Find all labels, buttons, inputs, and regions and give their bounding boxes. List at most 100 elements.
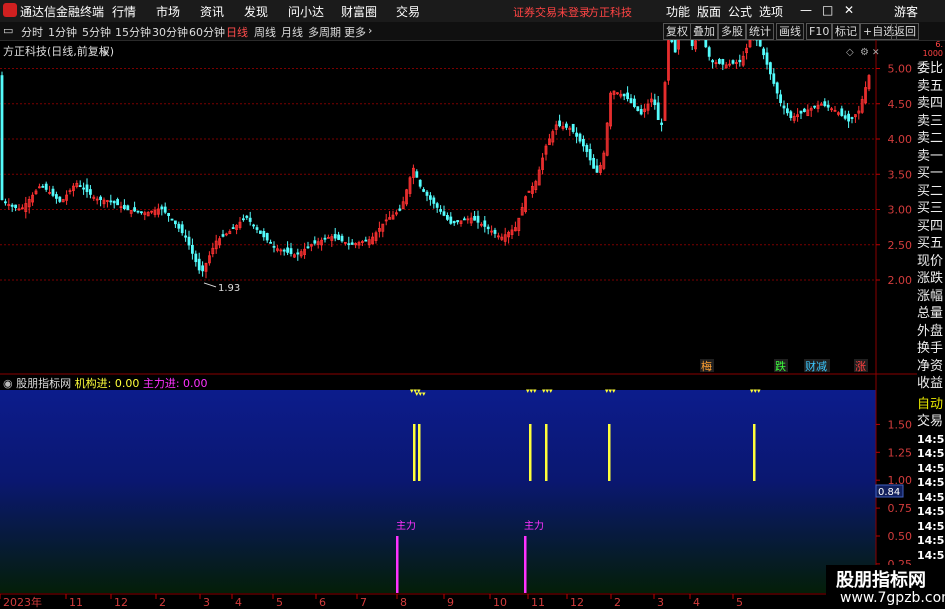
menu-layout[interactable]: 版面 [697,3,721,20]
menu-function[interactable]: 功能 [666,3,690,20]
main-value: 0.00 [183,377,208,390]
tf-30min[interactable]: 30分钟 [152,24,188,40]
indicator-name[interactable]: 股朋指标网 [16,377,71,390]
candle-body [255,227,259,230]
multi-stock-button[interactable]: 多股 [718,23,746,40]
candle-body [775,82,779,94]
f10-button[interactable]: F10 [806,23,833,40]
low-pointer [203,282,217,288]
chart-area[interactable]: 6.005.505.004.504.003.503.002.502.001.50… [0,40,917,609]
overlay-button[interactable]: 叠加 [690,23,718,40]
candle-body [272,245,276,248]
candle-body [173,220,177,225]
candle-body [704,40,708,48]
menu-news[interactable]: 资讯 [200,3,224,20]
back-button[interactable]: 返回 [891,23,919,40]
menu-trade[interactable]: 交易 [396,3,420,20]
inst-signal-bar-4 [608,424,611,481]
candle-body [762,48,765,56]
sidebar-toggle-icon[interactable]: ▭ [3,24,13,37]
candle-body [575,132,578,137]
tf-more[interactable]: 更多 [344,24,366,40]
candle-body [582,138,585,147]
ind-tick-label-1: 1.25 [888,446,913,459]
menu-market[interactable]: 市场 [156,3,180,20]
indicator-panel [0,390,876,593]
flag-1: 跌 [775,359,786,373]
app-title: 通达信金融终端 [20,5,105,19]
tf-intraday[interactable]: 分时 [21,24,43,40]
menu-options[interactable]: 选项 [759,3,783,20]
date-label-6: 5 [276,596,283,609]
candle-body [139,211,143,214]
menu-discover[interactable]: 发现 [244,3,268,20]
trade-time-2: 14:56 [917,432,945,446]
sidebar-label-2: 卖四 [917,96,944,111]
maximize-icon[interactable]: □ [822,3,833,17]
ind-tick-label-0: 1.50 [888,418,913,431]
candle-body [493,229,497,234]
flag-0: 梅 [701,359,712,373]
main-signal-bar-0 [396,536,399,593]
candle-body [585,144,589,152]
candle-body [112,200,116,204]
flag-3: 涨 [855,360,866,373]
inst-signal-bar-0 [413,424,416,481]
tf-daily[interactable]: 日线 [226,24,248,40]
date-label-0: 2023年 [3,595,42,609]
tf-weekly[interactable]: 周线 [254,24,276,40]
candle-body [456,220,460,223]
candle-body [177,223,181,229]
date-label-15: 3 [657,596,664,609]
tf-60min[interactable]: 60分钟 [189,24,225,40]
close-icon[interactable]: ✕ [844,3,854,17]
candle-body [462,218,466,221]
tf-5min[interactable]: 5分钟 [82,24,111,40]
sidebar-label-1: 卖五 [917,78,944,94]
inst-signal-bar-2 [529,424,532,481]
stock-title: 方正科技(日线,前复权) [3,45,115,58]
stats-button[interactable]: 统计 [746,23,774,40]
menu-wealth[interactable]: 财富圈 [341,3,377,20]
candle-body [428,195,432,200]
indicator-settings-icon[interactable]: ◉ [3,377,13,390]
candle-body [432,197,436,204]
candle-body [258,230,262,234]
menu-ask[interactable]: 问小达 [288,3,324,20]
candle-body [799,110,803,114]
menu-quotes[interactable]: 行情 [112,3,136,20]
candle-body [840,108,844,116]
inst-value: 0.00 [114,377,140,390]
candle-body [626,92,629,99]
date-label-9: 8 [400,596,407,609]
mark-button[interactable]: 标记 [832,23,860,40]
sidebar-label-9: 买四 [917,218,944,234]
candle-body [347,243,351,246]
menu-formula[interactable]: 公式 [728,3,752,20]
minimize-icon[interactable]: — [800,3,812,17]
candle-body [622,93,626,97]
inst-signal-marker-3: ▾▾▾ [542,387,553,395]
chevron-right-icon[interactable]: › [368,24,372,37]
tf-1min[interactable]: 1分钟 [48,24,77,40]
draw-line-button[interactable]: 画线 [776,23,804,40]
user-label[interactable]: 游客 [894,3,918,20]
close-chart-icon: ✕ [872,48,880,58]
candle-body [231,227,235,230]
ind-tick-label-3: 0.75 [888,502,913,515]
tf-multi[interactable]: 多周期 [308,24,341,40]
candle-body [51,188,55,196]
restore-rights-button[interactable]: 复权 [663,23,691,40]
login-status[interactable]: 证券交易未登录 [513,4,590,20]
candle-body [0,75,4,201]
tf-monthly[interactable]: 月线 [281,24,303,40]
low-label: 1.93 [218,283,240,294]
candle-body [398,208,402,211]
tf-15min[interactable]: 15分钟 [115,24,151,40]
candle-body [126,205,130,211]
candle-body [415,171,419,178]
sidebar-label-5: 卖一 [917,148,944,164]
candle-body [41,186,45,188]
candle-body [653,99,657,106]
inst-signal-marker-2: ▾▾▾ [526,387,537,395]
